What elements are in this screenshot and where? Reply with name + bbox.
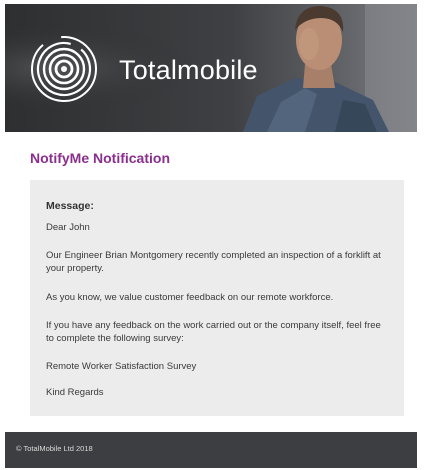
message-panel: Message: Dear John Our Engineer Brian Mo…	[30, 180, 404, 416]
message-greeting: Dear John	[46, 222, 90, 233]
footer-copyright: © TotalMobile Ltd 2018	[16, 444, 93, 453]
email-notification: Totalmobile NotifyMe Notification Messag…	[0, 0, 427, 470]
message-label: Message:	[46, 200, 94, 212]
brand-name: Totalmobile	[119, 55, 258, 85]
footer-bar: © TotalMobile Ltd 2018	[5, 432, 417, 468]
concentric-rings-logo-icon	[31, 36, 97, 102]
message-paragraph-feedback: As you know, we value customer feedback …	[46, 292, 334, 303]
survey-link[interactable]: Remote Worker Satisfaction Survey	[46, 361, 391, 374]
message-paragraph-engineer: Our Engineer Brian Montgomery recently c…	[46, 250, 381, 274]
message-paragraph-survey-intro: If you have any feedback on the work car…	[46, 320, 381, 344]
notification-title: NotifyMe Notification	[30, 150, 170, 166]
header-banner: Totalmobile	[5, 4, 417, 132]
message-sign-off: Kind Regards	[46, 387, 104, 398]
